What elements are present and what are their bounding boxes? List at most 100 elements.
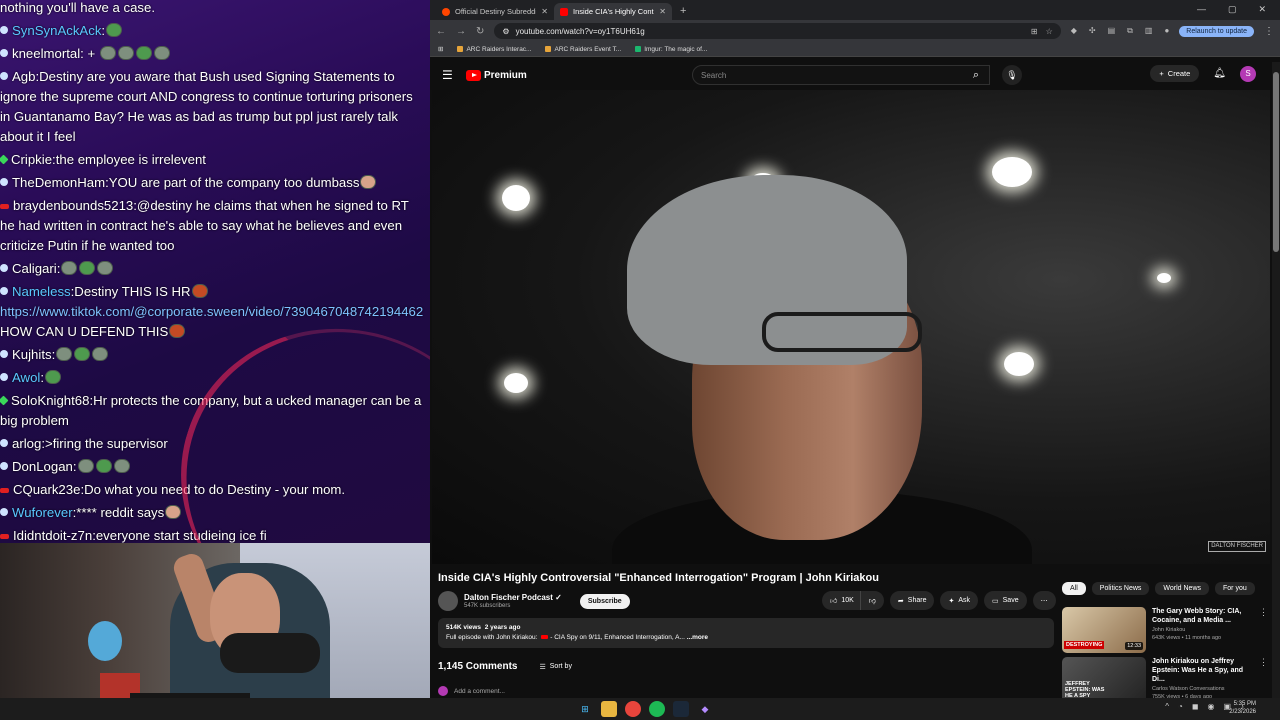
more-link[interactable]: ...more <box>687 634 708 641</box>
description-stats: 514K views 2 years ago <box>446 624 521 631</box>
recommended-video[interactable]: DESTROYING 12:33 The Gary Webb Story: CI… <box>1062 607 1268 653</box>
add-comment-input[interactable]: Add a comment... <box>438 686 505 696</box>
chat-username[interactable]: Ididntdoit-z7n <box>13 528 92 543</box>
tab-youtube-video[interactable]: Inside CIA's Highly Controversi ✕ <box>554 3 672 20</box>
chip-all[interactable]: All <box>1062 582 1086 595</box>
chat-username[interactable]: TheDemonHam <box>12 175 105 190</box>
recommended-video-channel[interactable]: Carlos Watson Conversations <box>1152 686 1253 692</box>
page-scrollbar[interactable] <box>1272 62 1280 698</box>
video-thumbnail[interactable]: DESTROYING 12:33 <box>1062 607 1146 653</box>
bookmark-item[interactable]: ARC Raiders Event T... <box>545 46 621 53</box>
video-player[interactable]: DALTON FISCHER <box>432 90 1270 564</box>
forward-icon[interactable]: → <box>456 26 466 37</box>
extensions-puzzle-icon[interactable]: ⧉ <box>1127 26 1133 36</box>
tab-destiny-subreddit[interactable]: Official Destiny Subreddit ✕ <box>436 3 554 20</box>
ask-button[interactable]: ✦ Ask <box>940 591 979 610</box>
chat-username[interactable]: CQuark23e <box>13 482 80 497</box>
youtube-premium-logo[interactable]: Premium <box>466 69 527 81</box>
chip-for-you[interactable]: For you <box>1215 582 1255 595</box>
account-avatar[interactable]: S <box>1240 65 1256 82</box>
url-text[interactable]: youtube.com/watch?v=oy1T6UH61g <box>516 27 645 36</box>
windows-start-icon[interactable]: ⊞ <box>577 701 593 717</box>
maximize-icon[interactable]: ▢ <box>1228 4 1237 15</box>
share-button[interactable]: ➦ Share <box>889 591 935 610</box>
dislike-button[interactable]: 👎︎ <box>859 591 884 610</box>
apps-grid-icon[interactable]: ⊞ <box>438 45 443 53</box>
chat-username[interactable]: SoloKnight68 <box>11 393 89 408</box>
subscribe-button[interactable]: Subscribe <box>579 593 630 609</box>
chat-text: : + <box>80 45 99 61</box>
chat-username[interactable]: Nameless <box>12 284 71 299</box>
relaunch-to-update-button[interactable]: Relaunch to update <box>1179 25 1254 37</box>
bookmark-star-icon[interactable]: ☆ <box>1046 27 1053 36</box>
app-icon[interactable]: ◆ <box>697 701 713 717</box>
more-actions-button[interactable]: ⋯ <box>1032 591 1056 610</box>
tray-chevron-icon[interactable]: ^ <box>1165 702 1169 711</box>
extension-icon[interactable]: ✣ <box>1089 26 1096 36</box>
chat-username[interactable]: Caligari <box>12 261 57 276</box>
omnibox[interactable]: ⚙ youtube.com/watch?v=oy1T6UH61g ⊞ ☆ <box>494 23 1061 39</box>
chat-emote-icon <box>153 45 170 60</box>
bookmark-item[interactable]: ARC Raiders Interac... <box>457 46 531 53</box>
scrollbar-thumb[interactable] <box>1273 72 1279 252</box>
bookmark-item[interactable]: Imgur: The magic of... <box>635 46 707 53</box>
file-explorer-icon[interactable] <box>601 701 617 717</box>
back-icon[interactable]: ← <box>436 26 446 37</box>
chat-username[interactable]: arlog <box>12 436 41 451</box>
more-vertical-icon[interactable]: ⋮ <box>1259 657 1268 703</box>
chat-username[interactable]: SynSynAckAck <box>12 23 101 38</box>
close-icon[interactable]: ✕ <box>541 7 548 16</box>
chat-username[interactable]: DonLogan <box>12 459 73 474</box>
channel-avatar[interactable] <box>438 591 458 611</box>
chat-link[interactable]: https://www.tiktok.com/@corporate.sween/… <box>0 304 423 319</box>
tray-app-icon[interactable]: ◼ <box>1192 702 1199 711</box>
chat-username[interactable]: Kujhits <box>12 347 52 362</box>
chip-world-news[interactable]: World News <box>1155 582 1210 595</box>
install-icon[interactable]: ⊞ <box>1031 27 1038 36</box>
recommended-video-title[interactable]: The Gary Webb Story: CIA, Cocaine, and a… <box>1152 607 1253 625</box>
extension-icon[interactable]: ◆ <box>1071 26 1077 36</box>
search-icon[interactable]: ⌕ <box>960 65 992 85</box>
tray-app-icon[interactable]: ◉ <box>1207 702 1214 711</box>
chat-username[interactable]: Awol <box>12 370 40 385</box>
profile-icon[interactable]: ● <box>1164 26 1169 36</box>
description-box[interactable]: 514K views 2 years ago Full episode with… <box>438 618 1054 648</box>
minimize-icon[interactable]: — <box>1197 4 1206 15</box>
taskbar-clock[interactable]: 5:35 PM 2/23/2026 <box>1229 700 1256 716</box>
chat-username[interactable]: kneelmortal <box>12 46 80 61</box>
create-button[interactable]: + Create <box>1150 65 1200 82</box>
chip-politics-news[interactable]: Politics News <box>1091 582 1150 595</box>
recommended-video-channel[interactable]: John Kiriakou <box>1152 627 1253 633</box>
recommended-video-title[interactable]: John Kiriakou on Jeffrey Epstein: Was He… <box>1152 657 1253 684</box>
sort-by-button[interactable]: ☰ Sort by <box>539 663 571 671</box>
chat-emote-icon <box>99 45 116 60</box>
chat-username[interactable]: Wuforever <box>12 505 73 520</box>
chrome-icon[interactable] <box>625 701 641 717</box>
hamburger-menu-icon[interactable]: ☰ <box>442 68 466 82</box>
notifications-bell-icon[interactable]: 🔔︎ <box>1213 68 1226 79</box>
tray-app-icon[interactable]: ◔ <box>1178 702 1183 711</box>
save-button[interactable]: ▭ Save <box>984 591 1027 610</box>
chat-username[interactable]: Cripkie <box>11 152 52 167</box>
like-button[interactable]: 👍︎ 10K <box>822 591 860 610</box>
side-panel-icon[interactable]: ▥ <box>1145 26 1153 36</box>
video-thumbnail[interactable]: JEFFREY EPSTEIN: WAS HE A SPY <box>1062 657 1146 703</box>
reload-icon[interactable]: ↻ <box>476 26 484 37</box>
menu-kebab-icon[interactable]: ⋮ <box>1264 26 1274 37</box>
background-light <box>1004 352 1034 376</box>
site-info-icon[interactable]: ⚙ <box>502 27 509 36</box>
steam-icon[interactable] <box>673 701 689 717</box>
more-vertical-icon[interactable]: ⋮ <box>1259 607 1268 653</box>
spotify-icon[interactable] <box>649 701 665 717</box>
close-icon[interactable]: ✕ <box>659 7 666 16</box>
chat-username[interactable]: braydenbounds5213 <box>13 198 133 213</box>
channel-name[interactable]: Dalton Fischer Podcast ✓ <box>464 593 562 602</box>
recommended-video[interactable]: JEFFREY EPSTEIN: WAS HE A SPY John Kiria… <box>1062 657 1268 703</box>
chat-username[interactable]: Agb <box>12 69 35 84</box>
thumbs-up-icon: 👍︎ <box>830 598 838 605</box>
extension-icon[interactable]: ▤ <box>1108 26 1116 36</box>
voice-search-mic-icon[interactable]: 🎙︎ <box>1002 65 1022 85</box>
search-input[interactable]: Search <box>692 65 990 85</box>
new-tab-button[interactable]: + <box>672 5 694 20</box>
close-window-icon[interactable]: ✕ <box>1258 4 1266 15</box>
